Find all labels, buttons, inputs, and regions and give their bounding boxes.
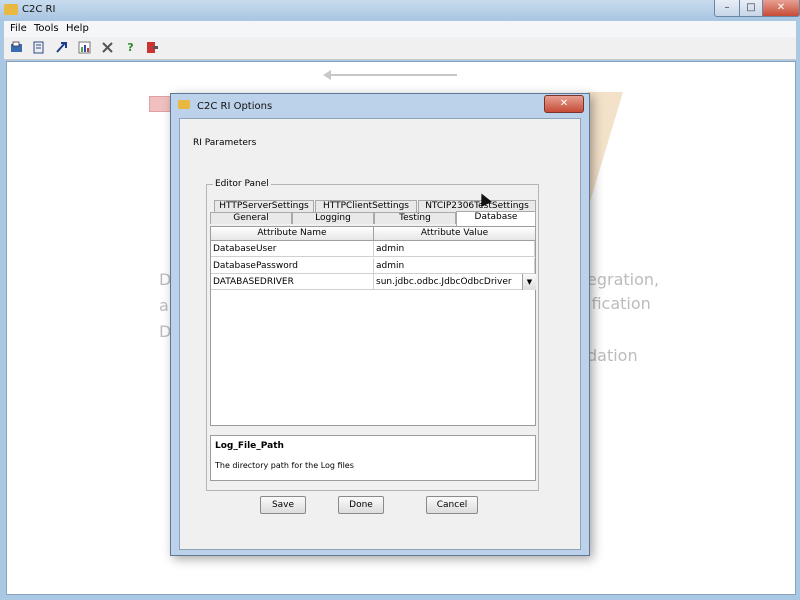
editor-panel-label: Editor Panel — [213, 179, 271, 189]
table-cell-name[interactable]: DatabaseUser — [211, 241, 374, 257]
app-logo-icon — [178, 100, 190, 109]
table-cell-name[interactable]: DATABASEDRIVER — [211, 274, 374, 290]
background-text: a — [159, 296, 169, 315]
menu-file[interactable]: File — [10, 23, 27, 34]
background-shape — [587, 92, 623, 212]
column-header-attribute-value[interactable]: Attribute Value — [374, 227, 536, 241]
background-text: ification — [587, 294, 651, 313]
close-button[interactable]: ✕ — [762, 0, 800, 17]
section-label: RI Parameters — [193, 138, 257, 148]
dialog-title-bar[interactable]: C2C RI Options ✕ — [171, 94, 589, 116]
tab-testing[interactable]: Testing — [374, 212, 456, 224]
background-arrow — [327, 74, 457, 76]
toolbar: ? — [4, 37, 796, 60]
exit-icon[interactable] — [146, 41, 159, 54]
tools-icon[interactable] — [101, 41, 114, 54]
report-icon[interactable] — [78, 41, 91, 54]
run-icon[interactable] — [55, 41, 68, 54]
save-icon[interactable] — [32, 41, 45, 54]
tab-general[interactable]: General — [210, 212, 292, 224]
maximize-button[interactable]: □ — [739, 0, 763, 17]
database-driver-select[interactable]: sun.jdbc.odbc.JdbcOdbcDriver — [374, 274, 522, 290]
table-cell-value[interactable]: admin — [374, 241, 535, 257]
chevron-down-icon[interactable]: ▼ — [522, 274, 536, 290]
description-panel: Log_File_Path The directory path for the… — [210, 435, 536, 481]
attributes-table: Attribute Name Attribute Value DatabaseU… — [210, 226, 536, 426]
description-title: Log_File_Path — [215, 441, 284, 451]
tab-database[interactable]: Database — [456, 211, 536, 226]
menu-help[interactable]: Help — [66, 23, 89, 34]
background-arrow-head — [323, 70, 331, 80]
options-dialog: C2C RI Options ✕ RI Parameters Editor Pa… — [170, 93, 590, 556]
tab-httpclientsettings[interactable]: HTTPClientSettings — [315, 200, 417, 212]
tab-logging[interactable]: Logging — [292, 212, 374, 224]
menu-tools[interactable]: Tools — [34, 23, 59, 34]
save-button[interactable]: Save — [260, 496, 306, 514]
cancel-button[interactable]: Cancel — [426, 496, 478, 514]
column-header-attribute-name[interactable]: Attribute Name — [211, 227, 374, 241]
window-title: C2C RI — [22, 4, 56, 15]
background-text: dation — [587, 346, 638, 365]
help-icon[interactable]: ? — [124, 41, 137, 54]
main-title-bar[interactable]: C2C RI – □ ✕ — [0, 0, 800, 20]
dialog-title: C2C RI Options — [197, 101, 273, 112]
table-cell-name[interactable]: DatabasePassword — [211, 258, 374, 274]
tab-httpserversettings[interactable]: HTTPServerSettings — [214, 200, 314, 212]
app-logo-icon — [4, 4, 18, 15]
done-button[interactable]: Done — [338, 496, 384, 514]
dialog-body: RI Parameters Editor Panel HTTPServerSet… — [179, 118, 581, 550]
description-text: The directory path for the Log files — [215, 461, 354, 470]
minimize-button[interactable]: – — [714, 0, 740, 17]
open-icon[interactable] — [10, 41, 23, 54]
table-cell-value[interactable]: admin — [374, 258, 535, 274]
menu-bar: File Tools Help — [4, 21, 796, 37]
background-text: egration, — [587, 270, 660, 289]
dialog-close-button[interactable]: ✕ — [544, 95, 584, 113]
